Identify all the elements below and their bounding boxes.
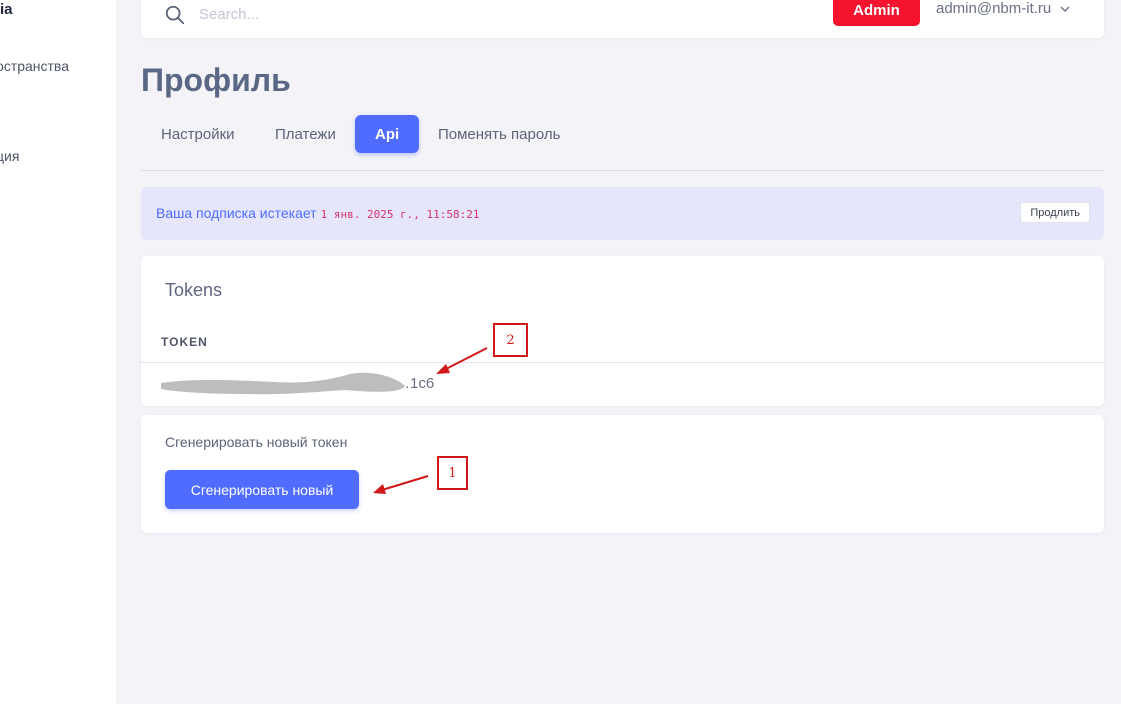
tokens-card: Tokens TOKEN …1c6	[141, 256, 1104, 406]
tabs-divider	[141, 170, 1104, 171]
sidebar-brand: ia	[0, 1, 13, 18]
annotation-marker-1: 1	[437, 456, 468, 490]
sidebar: ia остранства ция	[0, 0, 116, 704]
annotation-marker-2: 2	[493, 323, 528, 357]
token-column-header: TOKEN	[161, 335, 208, 349]
subscription-text: Ваша подписка истекает 1 янв. 2025 г., 11…	[156, 205, 480, 221]
tab-payments[interactable]: Платежи	[255, 115, 356, 153]
subscription-expiry: 1 янв. 2025 г., 11:58:21	[320, 208, 480, 221]
search-icon[interactable]	[164, 4, 186, 26]
tokens-title: Tokens	[165, 280, 223, 300]
search-input[interactable]	[199, 2, 499, 26]
tab-change-password[interactable]: Поменять пароль	[418, 115, 580, 153]
tab-api[interactable]: Api	[355, 115, 420, 153]
top-bar: Admin admin@nbm-it.ru	[141, 0, 1104, 38]
page-title: Профиль	[141, 62, 291, 98]
extend-button[interactable]: Продлить	[1020, 202, 1090, 223]
user-email: admin@nbm-it.ru	[936, 0, 1052, 17]
token-redaction	[161, 372, 405, 395]
generate-token-label: Сгенерировать новый токен	[165, 434, 348, 450]
table-row-divider	[141, 362, 1104, 363]
subscription-notice: Ваша подписка истекает 1 янв. 2025 г., 11…	[141, 187, 1104, 240]
sidebar-item-spaces[interactable]: остранства	[0, 58, 69, 74]
generate-token-button[interactable]: Сгенерировать новый	[165, 470, 359, 509]
subscription-label: Ваша подписка истекает	[156, 205, 317, 221]
tab-settings[interactable]: Настройки	[141, 115, 255, 153]
chevron-down-icon	[1060, 6, 1070, 12]
generate-token-card: Сгенерировать новый токен Сгенерировать …	[141, 415, 1104, 533]
sidebar-item-documentation[interactable]: ция	[0, 148, 19, 164]
admin-badge[interactable]: Admin	[833, 0, 920, 26]
user-menu[interactable]: admin@nbm-it.ru	[936, 0, 1071, 17]
